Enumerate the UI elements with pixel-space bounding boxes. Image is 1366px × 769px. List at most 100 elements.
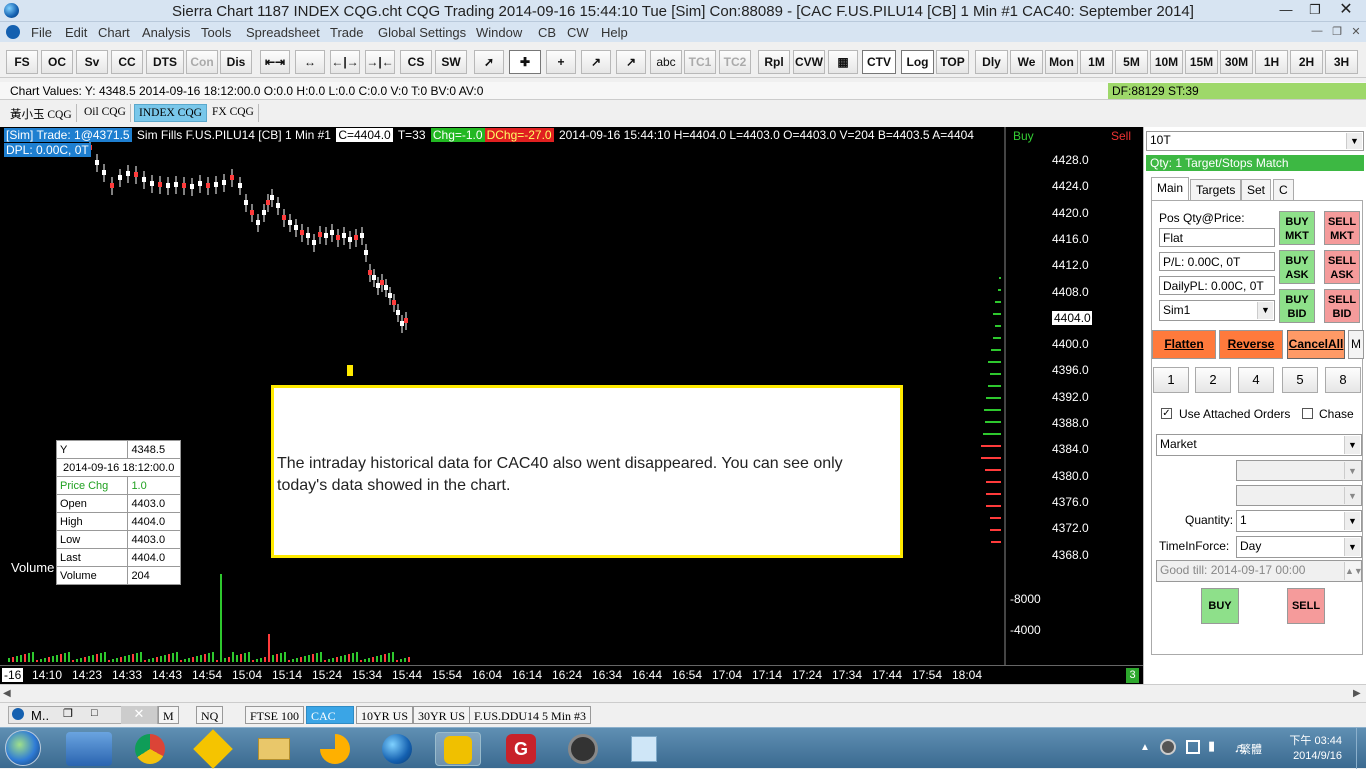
tab-fx[interactable]: FX CQG [208, 104, 259, 122]
menu-global-settings[interactable]: Global Settings [378, 25, 466, 40]
mon-button[interactable]: Mon [1045, 50, 1078, 74]
trading-app-icon[interactable] [190, 729, 236, 769]
account-select[interactable]: Sim1 ▼ [1159, 300, 1275, 321]
good-till-field[interactable]: Good till: 2014-09-17 00:00 ▲▼ [1156, 560, 1363, 582]
sierra-chart-icon[interactable] [374, 732, 420, 766]
sell-market-button[interactable]: SELL MKT [1324, 211, 1360, 245]
buy-bid-button[interactable]: BUY BID [1279, 289, 1315, 323]
cvw-button[interactable]: CVW [793, 50, 825, 74]
tray-expand-icon[interactable]: ▲ [1140, 742, 1150, 753]
buy-ask-button[interactable]: BUY ASK [1279, 250, 1315, 284]
cursor-cross-icon[interactable]: + [546, 50, 576, 74]
btab-nq[interactable]: NQ [196, 706, 224, 724]
tab-oil[interactable]: Oil CQG [80, 104, 131, 122]
tab-targets[interactable]: Targets [1190, 179, 1242, 200]
30m-button[interactable]: 30M [1220, 50, 1253, 74]
mdi-minimize-icon[interactable]: — [1308, 25, 1326, 37]
btab-cac[interactable]: CAC [306, 706, 354, 724]
bar-spacing-icon[interactable]: ←|→ [330, 50, 360, 74]
restore-icon[interactable]: ❐ [1303, 2, 1327, 18]
sw-button[interactable]: SW [435, 50, 467, 74]
top-button[interactable]: TOP [936, 50, 969, 74]
minimized-close-icon[interactable]: ✕ [121, 706, 157, 724]
cc-button[interactable]: CC [111, 50, 143, 74]
tif-select[interactable]: Day ▼ [1236, 536, 1362, 558]
2h-button[interactable]: 2H [1290, 50, 1323, 74]
order-type-select[interactable]: Market ▼ [1156, 434, 1362, 456]
minimized-restore-icon[interactable]: ❐ [63, 707, 73, 720]
btab-10yr[interactable]: 10YR US [356, 706, 414, 724]
rpl-button[interactable]: Rpl [758, 50, 790, 74]
action-center-icon[interactable] [1186, 740, 1200, 754]
sell-bid-button[interactable]: SELL BID [1324, 289, 1360, 323]
qty-1-button[interactable]: 1 [1153, 367, 1189, 393]
mdi-close-icon[interactable]: ✕ [1347, 25, 1365, 38]
messenger-icon[interactable] [435, 732, 481, 766]
minimized-window[interactable]: M.. ❐ □ ✕ [8, 706, 158, 724]
btab-ftse[interactable]: FTSE 100 [245, 706, 305, 724]
menu-chart[interactable]: Chart [98, 25, 130, 40]
quantity-input[interactable]: 1 ▼ [1236, 510, 1362, 532]
notes-app-icon[interactable] [621, 732, 667, 766]
grid-icon[interactable]: ▦ [828, 50, 858, 74]
menu-analysis[interactable]: Analysis [142, 25, 190, 40]
file-explorer-icon[interactable] [251, 732, 297, 766]
3h-button[interactable]: 3H [1325, 50, 1358, 74]
sv-button[interactable]: Sv [76, 50, 108, 74]
start-button[interactable] [5, 730, 41, 766]
qty-8-button[interactable]: 8 [1325, 367, 1361, 393]
quantity-combo[interactable]: 10T ▼ [1146, 131, 1364, 151]
use-attached-orders-checkbox[interactable]: ✓ [1161, 408, 1172, 419]
dly-button[interactable]: Dly [975, 50, 1008, 74]
price-combo-2[interactable]: ▼ [1236, 485, 1362, 506]
scroll-right-icon[interactable]: ▶ [1353, 688, 1361, 699]
we-button[interactable]: We [1010, 50, 1043, 74]
pie-app-icon[interactable] [312, 732, 358, 766]
menu-edit[interactable]: Edit [65, 25, 87, 40]
tc1-button[interactable]: TC1 [684, 50, 716, 74]
tab-c[interactable]: C [1273, 179, 1294, 200]
m-button[interactable]: M [1348, 330, 1364, 359]
menu-file[interactable]: File [31, 25, 52, 40]
cancel-all-button[interactable]: CancelAll [1287, 330, 1345, 359]
menu-help[interactable]: Help [601, 25, 628, 40]
dts-button[interactable]: DTS [146, 50, 184, 74]
btab-m[interactable]: M [158, 706, 179, 724]
btab-30yr[interactable]: 30YR US [413, 706, 471, 724]
qty-5-button[interactable]: 5 [1282, 367, 1318, 393]
mdi-restore-icon[interactable]: ❐ [1328, 25, 1346, 38]
tc2-button[interactable]: TC2 [719, 50, 751, 74]
tray-app-icon[interactable] [1160, 739, 1176, 755]
taskbar-clock[interactable]: 下午 03:44 2014/9/16 [1268, 734, 1342, 764]
sell-ask-button[interactable]: SELL ASK [1324, 250, 1360, 284]
chart-area[interactable]: [Sim] Trade: 1@4371.5 Sim Fills F.US.PIL… [0, 127, 1143, 684]
fs-button[interactable]: FS [6, 50, 38, 74]
chart-doc-icon[interactable] [6, 25, 20, 39]
ctv-button[interactable]: CTV [862, 50, 896, 74]
1m-button[interactable]: 1M [1080, 50, 1113, 74]
tab-chart-1[interactable]: 黃小玉 CQG [6, 104, 77, 122]
sell-button[interactable]: SELL [1287, 588, 1325, 624]
menu-cb[interactable]: CB [538, 25, 556, 40]
tab-set[interactable]: Set [1241, 179, 1272, 200]
cs-button[interactable]: CS [400, 50, 432, 74]
pinned-app-icon[interactable] [66, 732, 112, 766]
network-icon[interactable]: ▮ [1208, 738, 1215, 754]
1h-button[interactable]: 1H [1255, 50, 1288, 74]
bar-compress-icon[interactable]: →|← [365, 50, 395, 74]
buy-market-button[interactable]: BUY MKT [1279, 211, 1315, 245]
flatten-button[interactable]: Flatten [1152, 330, 1216, 359]
buy-button[interactable]: BUY [1201, 588, 1239, 624]
15m-button[interactable]: 15M [1185, 50, 1218, 74]
pointer-icon[interactable]: ➚ [474, 50, 504, 74]
scroll-left-icon[interactable]: ◀ [3, 688, 11, 699]
tab-index[interactable]: INDEX CQG [134, 104, 207, 122]
line-tool-icon[interactable]: ↗ [581, 50, 611, 74]
qty-4-button[interactable]: 4 [1238, 367, 1274, 393]
menu-trade[interactable]: Trade [330, 25, 363, 40]
price-combo-1[interactable]: ▼ [1236, 460, 1362, 481]
chase-checkbox[interactable] [1302, 408, 1313, 419]
oc-button[interactable]: OC [41, 50, 73, 74]
menu-spreadsheet[interactable]: Spreadsheet [246, 25, 320, 40]
menu-tools[interactable]: Tools [201, 25, 231, 40]
